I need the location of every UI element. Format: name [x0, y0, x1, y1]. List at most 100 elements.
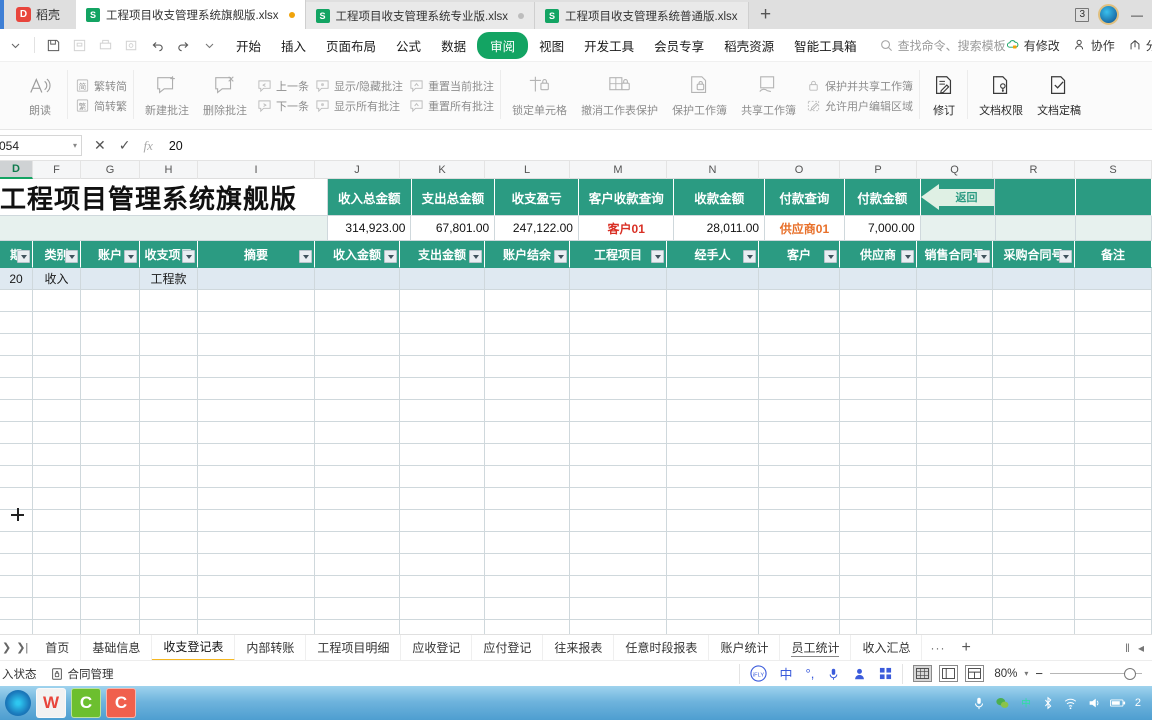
table-header-income-expense-item[interactable]: 收支项目	[140, 241, 198, 268]
empty-cell[interactable]	[917, 598, 993, 620]
sheet-tab-payable-register[interactable]: 应付登记	[472, 634, 544, 661]
table-header-date[interactable]: 期	[0, 241, 33, 268]
empty-cell[interactable]	[198, 620, 315, 634]
next-comment-button[interactable]: 下一条	[254, 97, 312, 115]
empty-cell[interactable]	[33, 334, 81, 356]
empty-cell[interactable]	[485, 422, 570, 444]
print-icon[interactable]	[94, 34, 117, 57]
empty-cell[interactable]	[840, 532, 917, 554]
empty-cell[interactable]	[485, 334, 570, 356]
empty-cell[interactable]	[840, 290, 917, 312]
ime-toolbar[interactable]: iFLY 中 °,	[738, 663, 904, 684]
empty-cell[interactable]	[917, 576, 993, 598]
empty-cell[interactable]	[315, 444, 400, 466]
column-header-K[interactable]: K	[400, 161, 485, 179]
empty-cell[interactable]	[993, 290, 1075, 312]
filter-dropdown-icon[interactable]	[17, 250, 30, 263]
empty-cell[interactable]	[485, 620, 570, 634]
sheet-tab-account-statistics[interactable]: 账户统计	[709, 634, 781, 661]
empty-cell[interactable]	[315, 290, 400, 312]
empty-cell[interactable]	[140, 488, 198, 510]
empty-cell[interactable]	[198, 598, 315, 620]
filter-dropdown-icon[interactable]	[182, 250, 195, 263]
empty-row[interactable]	[0, 400, 1152, 422]
empty-cell[interactable]	[400, 444, 485, 466]
empty-cell[interactable]	[315, 400, 400, 422]
empty-cell[interactable]	[0, 378, 33, 400]
ime-chinese-mode[interactable]: 中	[780, 664, 793, 683]
table-header-handler[interactable]: 经手人	[667, 241, 759, 268]
show-all-comments-button[interactable]: 显示所有批注	[312, 97, 406, 115]
empty-row[interactable]	[0, 554, 1152, 576]
empty-cell[interactable]	[81, 356, 140, 378]
contract-management-chip[interactable]: 合同管理	[50, 666, 114, 682]
table-header-account-balance[interactable]: 账户结余	[485, 241, 570, 268]
allow-edit-range-button[interactable]: 允许用户编辑区域	[803, 97, 916, 115]
empty-cell[interactable]	[400, 532, 485, 554]
delete-comment-button[interactable]: 删除批注	[196, 71, 254, 120]
prev-sheet-icon[interactable]: ❯	[2, 641, 11, 654]
sheet-tab-income-summary[interactable]: 收入汇总	[851, 634, 923, 661]
empty-cell[interactable]	[33, 400, 81, 422]
empty-cell[interactable]	[1075, 620, 1152, 634]
empty-cell[interactable]	[840, 444, 917, 466]
empty-cell[interactable]	[1075, 466, 1152, 488]
empty-cell[interactable]	[917, 554, 993, 576]
empty-cell[interactable]	[33, 378, 81, 400]
table-header-sales-contract-no[interactable]: 销售合同号	[917, 241, 993, 268]
apps-icon[interactable]	[879, 667, 892, 680]
empty-row[interactable]	[0, 598, 1152, 620]
empty-cell[interactable]	[140, 422, 198, 444]
empty-cell[interactable]	[570, 378, 667, 400]
empty-cell[interactable]	[140, 444, 198, 466]
filter-dropdown-icon[interactable]	[384, 250, 397, 263]
empty-cell[interactable]	[81, 378, 140, 400]
empty-cell[interactable]	[81, 488, 140, 510]
empty-cell[interactable]	[667, 554, 759, 576]
iflytek-icon[interactable]: iFLY	[749, 665, 767, 682]
table-header-summary[interactable]: 摘要	[198, 241, 315, 268]
empty-cell[interactable]	[759, 576, 840, 598]
empty-cell[interactable]	[759, 598, 840, 620]
chevron-down-icon[interactable]: ▾	[73, 141, 77, 150]
empty-cell[interactable]	[33, 554, 81, 576]
empty-cell[interactable]	[759, 444, 840, 466]
empty-cell[interactable]	[198, 334, 315, 356]
empty-cell[interactable]	[840, 620, 917, 634]
table-header-remark[interactable]: 备注	[1075, 241, 1152, 268]
cell-expense-amount[interactable]	[400, 268, 485, 290]
sheet-tab-employee-statistics[interactable]: 员工统计	[780, 634, 852, 661]
sheet-tab-income-expense-register[interactable]: 收支登记表	[152, 634, 236, 661]
empty-cell[interactable]	[485, 576, 570, 598]
split-handle-icon[interactable]: ‖	[1125, 641, 1130, 655]
empty-cell[interactable]	[759, 554, 840, 576]
empty-row[interactable]	[0, 290, 1152, 312]
empty-cell[interactable]	[0, 290, 33, 312]
empty-cell[interactable]	[198, 466, 315, 488]
sheet-nav-buttons[interactable]: ❯ ❯|	[0, 641, 34, 654]
simp-to-trad-button[interactable]: 繁 简转繁	[72, 97, 130, 115]
empty-cell[interactable]	[0, 400, 33, 422]
empty-cell[interactable]	[400, 488, 485, 510]
battery-icon[interactable]	[1109, 697, 1126, 709]
new-tab-button[interactable]: +	[748, 0, 783, 29]
empty-cell[interactable]	[840, 554, 917, 576]
empty-cell[interactable]	[0, 576, 33, 598]
filter-dropdown-icon[interactable]	[124, 250, 137, 263]
empty-cell[interactable]	[140, 356, 198, 378]
column-header-Q[interactable]: Q	[917, 161, 993, 179]
last-sheet-icon[interactable]: ❯|	[16, 641, 28, 654]
filter-dropdown-icon[interactable]	[469, 250, 482, 263]
empty-cell[interactable]	[840, 334, 917, 356]
filter-dropdown-icon[interactable]	[977, 250, 990, 263]
empty-cell[interactable]	[400, 598, 485, 620]
empty-cell[interactable]	[840, 598, 917, 620]
filter-dropdown-icon[interactable]	[1059, 250, 1072, 263]
empty-row[interactable]	[0, 356, 1152, 378]
table-header-account[interactable]: 账户	[81, 241, 140, 268]
empty-cell[interactable]	[81, 444, 140, 466]
network-icon[interactable]	[1063, 696, 1078, 710]
empty-cell[interactable]	[993, 400, 1075, 422]
filter-dropdown-icon[interactable]	[65, 250, 78, 263]
window-count-badge[interactable]: 3	[1075, 7, 1089, 22]
